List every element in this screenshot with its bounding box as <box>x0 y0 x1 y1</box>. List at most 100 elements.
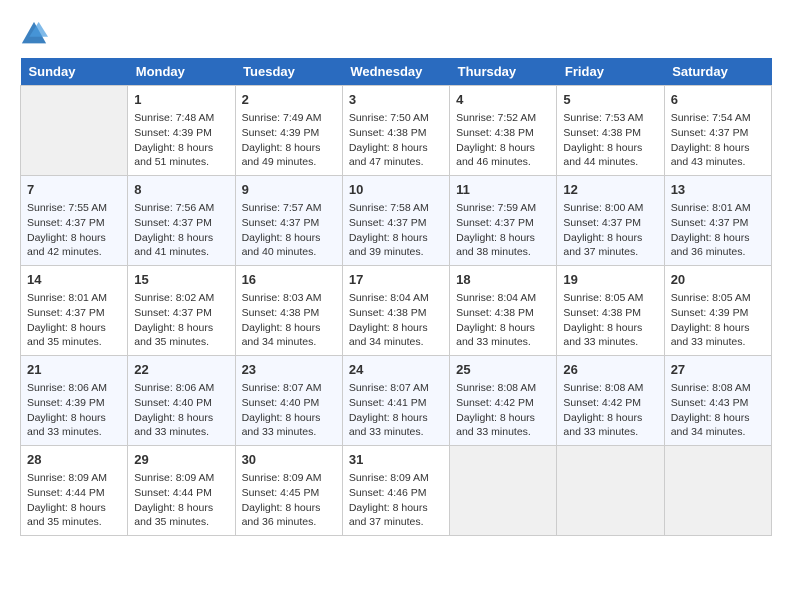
day-info: Sunrise: 7:56 AMSunset: 4:37 PMDaylight:… <box>134 201 228 260</box>
calendar-cell: 24Sunrise: 8:07 AMSunset: 4:41 PMDayligh… <box>342 356 449 446</box>
calendar-cell: 23 Sunrise: 8:07 AMSunset: 4:40 PMDayligh… <box>235 356 342 446</box>
day-info: Sunrise: 8:09 AMSunset: 4:44 PMDaylight:… <box>27 471 121 530</box>
day-info: Sunrise: 7:58 AMSunset: 4:37 PMDaylight:… <box>349 201 443 260</box>
weekday-header-row: SundayMondayTuesdayWednesdayThursdayFrid… <box>21 58 772 86</box>
day-number: 7 <box>27 181 121 199</box>
calendar-cell: 20 Sunrise: 8:05 AMSunset: 4:39 PMDayligh… <box>664 266 771 356</box>
day-number: 30 <box>242 451 336 469</box>
day-info: Sunrise: 8:09 AMSunset: 4:45 PMDaylight:… <box>242 471 336 530</box>
day-number: 19 <box>563 271 657 289</box>
day-info: Sunrise: 8:05 AMSunset: 4:38 PMDaylight:… <box>563 291 657 350</box>
day-number: 6 <box>671 91 765 109</box>
calendar-cell: 7 Sunrise: 7:55 AMSunset: 4:37 PMDaylight… <box>21 176 128 266</box>
calendar-week-5: 28 Sunrise: 8:09 AMSunset: 4:44 PMDayligh… <box>21 446 772 536</box>
calendar-cell: 13Sunrise: 8:01 AMSunset: 4:37 PMDayligh… <box>664 176 771 266</box>
calendar-cell: 17Sunrise: 8:04 AMSunset: 4:38 PMDayligh… <box>342 266 449 356</box>
day-info: Sunrise: 7:59 AMSunset: 4:37 PMDaylight:… <box>456 201 550 260</box>
calendar-cell: 15 Sunrise: 8:02 AMSunset: 4:37 PMDayligh… <box>128 266 235 356</box>
day-number: 26 <box>563 361 657 379</box>
calendar-cell: 25 Sunrise: 8:08 AMSunset: 4:42 PMDayligh… <box>450 356 557 446</box>
day-number: 9 <box>242 181 336 199</box>
calendar-cell: 11Sunrise: 7:59 AMSunset: 4:37 PMDayligh… <box>450 176 557 266</box>
day-number: 29 <box>134 451 228 469</box>
calendar-cell: 16Sunrise: 8:03 AMSunset: 4:38 PMDayligh… <box>235 266 342 356</box>
day-number: 5 <box>563 91 657 109</box>
calendar-cell: 30 Sunrise: 8:09 AMSunset: 4:45 PMDayligh… <box>235 446 342 536</box>
logo <box>20 20 50 48</box>
page-header <box>20 20 772 48</box>
calendar-cell: 18 Sunrise: 8:04 AMSunset: 4:38 PMDayligh… <box>450 266 557 356</box>
day-number: 8 <box>134 181 228 199</box>
day-info: Sunrise: 8:02 AMSunset: 4:37 PMDaylight:… <box>134 291 228 350</box>
calendar-cell: 2 Sunrise: 7:49 AMSunset: 4:39 PMDaylight… <box>235 86 342 176</box>
calendar-week-2: 7 Sunrise: 7:55 AMSunset: 4:37 PMDaylight… <box>21 176 772 266</box>
calendar-week-4: 21 Sunrise: 8:06 AMSunset: 4:39 PMDayligh… <box>21 356 772 446</box>
day-number: 22 <box>134 361 228 379</box>
day-info: Sunrise: 8:08 AMSunset: 4:42 PMDaylight:… <box>563 381 657 440</box>
day-number: 14 <box>27 271 121 289</box>
day-info: Sunrise: 8:00 AMSunset: 4:37 PMDaylight:… <box>563 201 657 260</box>
day-info: Sunrise: 8:03 AMSunset: 4:38 PMDaylight:… <box>242 291 336 350</box>
calendar-cell: 21 Sunrise: 8:06 AMSunset: 4:39 PMDayligh… <box>21 356 128 446</box>
weekday-header-monday: Monday <box>128 58 235 86</box>
day-info: Sunrise: 8:08 AMSunset: 4:43 PMDaylight:… <box>671 381 765 440</box>
day-number: 28 <box>27 451 121 469</box>
calendar-cell <box>21 86 128 176</box>
logo-icon <box>20 20 48 48</box>
calendar-cell: 9Sunrise: 7:57 AMSunset: 4:37 PMDaylight… <box>235 176 342 266</box>
day-info: Sunrise: 7:52 AMSunset: 4:38 PMDaylight:… <box>456 111 550 170</box>
day-number: 10 <box>349 181 443 199</box>
calendar-cell: 29Sunrise: 8:09 AMSunset: 4:44 PMDayligh… <box>128 446 235 536</box>
day-info: Sunrise: 8:09 AMSunset: 4:46 PMDaylight:… <box>349 471 443 530</box>
calendar-cell: 8 Sunrise: 7:56 AMSunset: 4:37 PMDaylight… <box>128 176 235 266</box>
day-info: Sunrise: 7:50 AMSunset: 4:38 PMDaylight:… <box>349 111 443 170</box>
calendar-cell: 1 Sunrise: 7:48 AMSunset: 4:39 PMDaylight… <box>128 86 235 176</box>
day-number: 1 <box>134 91 228 109</box>
day-info: Sunrise: 7:49 AMSunset: 4:39 PMDaylight:… <box>242 111 336 170</box>
weekday-header-wednesday: Wednesday <box>342 58 449 86</box>
day-number: 2 <box>242 91 336 109</box>
day-info: Sunrise: 7:54 AMSunset: 4:37 PMDaylight:… <box>671 111 765 170</box>
day-number: 4 <box>456 91 550 109</box>
calendar-cell: 26 Sunrise: 8:08 AMSunset: 4:42 PMDayligh… <box>557 356 664 446</box>
day-number: 18 <box>456 271 550 289</box>
calendar-cell: 12Sunrise: 8:00 AMSunset: 4:37 PMDayligh… <box>557 176 664 266</box>
day-number: 21 <box>27 361 121 379</box>
day-info: Sunrise: 8:04 AMSunset: 4:38 PMDaylight:… <box>349 291 443 350</box>
calendar-cell: 19 Sunrise: 8:05 AMSunset: 4:38 PMDayligh… <box>557 266 664 356</box>
calendar-cell: 4 Sunrise: 7:52 AMSunset: 4:38 PMDaylight… <box>450 86 557 176</box>
calendar-cell: 10 Sunrise: 7:58 AMSunset: 4:37 PMDayligh… <box>342 176 449 266</box>
calendar-cell: 5 Sunrise: 7:53 AMSunset: 4:38 PMDaylight… <box>557 86 664 176</box>
weekday-header-thursday: Thursday <box>450 58 557 86</box>
calendar-cell <box>450 446 557 536</box>
day-info: Sunrise: 8:01 AMSunset: 4:37 PMDaylight:… <box>27 291 121 350</box>
day-number: 25 <box>456 361 550 379</box>
calendar-week-3: 14 Sunrise: 8:01 AMSunset: 4:37 PMDayligh… <box>21 266 772 356</box>
day-info: Sunrise: 8:05 AMSunset: 4:39 PMDaylight:… <box>671 291 765 350</box>
day-info: Sunrise: 7:53 AMSunset: 4:38 PMDaylight:… <box>563 111 657 170</box>
day-info: Sunrise: 7:55 AMSunset: 4:37 PMDaylight:… <box>27 201 121 260</box>
calendar-cell: 31 Sunrise: 8:09 AMSunset: 4:46 PMDayligh… <box>342 446 449 536</box>
day-number: 15 <box>134 271 228 289</box>
day-number: 20 <box>671 271 765 289</box>
calendar-week-1: 1 Sunrise: 7:48 AMSunset: 4:39 PMDaylight… <box>21 86 772 176</box>
day-number: 31 <box>349 451 443 469</box>
day-info: Sunrise: 8:07 AMSunset: 4:40 PMDaylight:… <box>242 381 336 440</box>
day-info: Sunrise: 7:48 AMSunset: 4:39 PMDaylight:… <box>134 111 228 170</box>
calendar-table: SundayMondayTuesdayWednesdayThursdayFrid… <box>20 58 772 536</box>
day-number: 23 <box>242 361 336 379</box>
day-info: Sunrise: 8:06 AMSunset: 4:39 PMDaylight:… <box>27 381 121 440</box>
day-number: 3 <box>349 91 443 109</box>
weekday-header-saturday: Saturday <box>664 58 771 86</box>
day-info: Sunrise: 8:07 AMSunset: 4:41 PMDaylight:… <box>349 381 443 440</box>
calendar-cell: 3 Sunrise: 7:50 AMSunset: 4:38 PMDaylight… <box>342 86 449 176</box>
day-info: Sunrise: 8:08 AMSunset: 4:42 PMDaylight:… <box>456 381 550 440</box>
calendar-cell: 28 Sunrise: 8:09 AMSunset: 4:44 PMDayligh… <box>21 446 128 536</box>
weekday-header-sunday: Sunday <box>21 58 128 86</box>
day-number: 13 <box>671 181 765 199</box>
calendar-cell <box>557 446 664 536</box>
calendar-cell: 22Sunrise: 8:06 AMSunset: 4:40 PMDayligh… <box>128 356 235 446</box>
calendar-cell <box>664 446 771 536</box>
day-info: Sunrise: 8:04 AMSunset: 4:38 PMDaylight:… <box>456 291 550 350</box>
weekday-header-tuesday: Tuesday <box>235 58 342 86</box>
